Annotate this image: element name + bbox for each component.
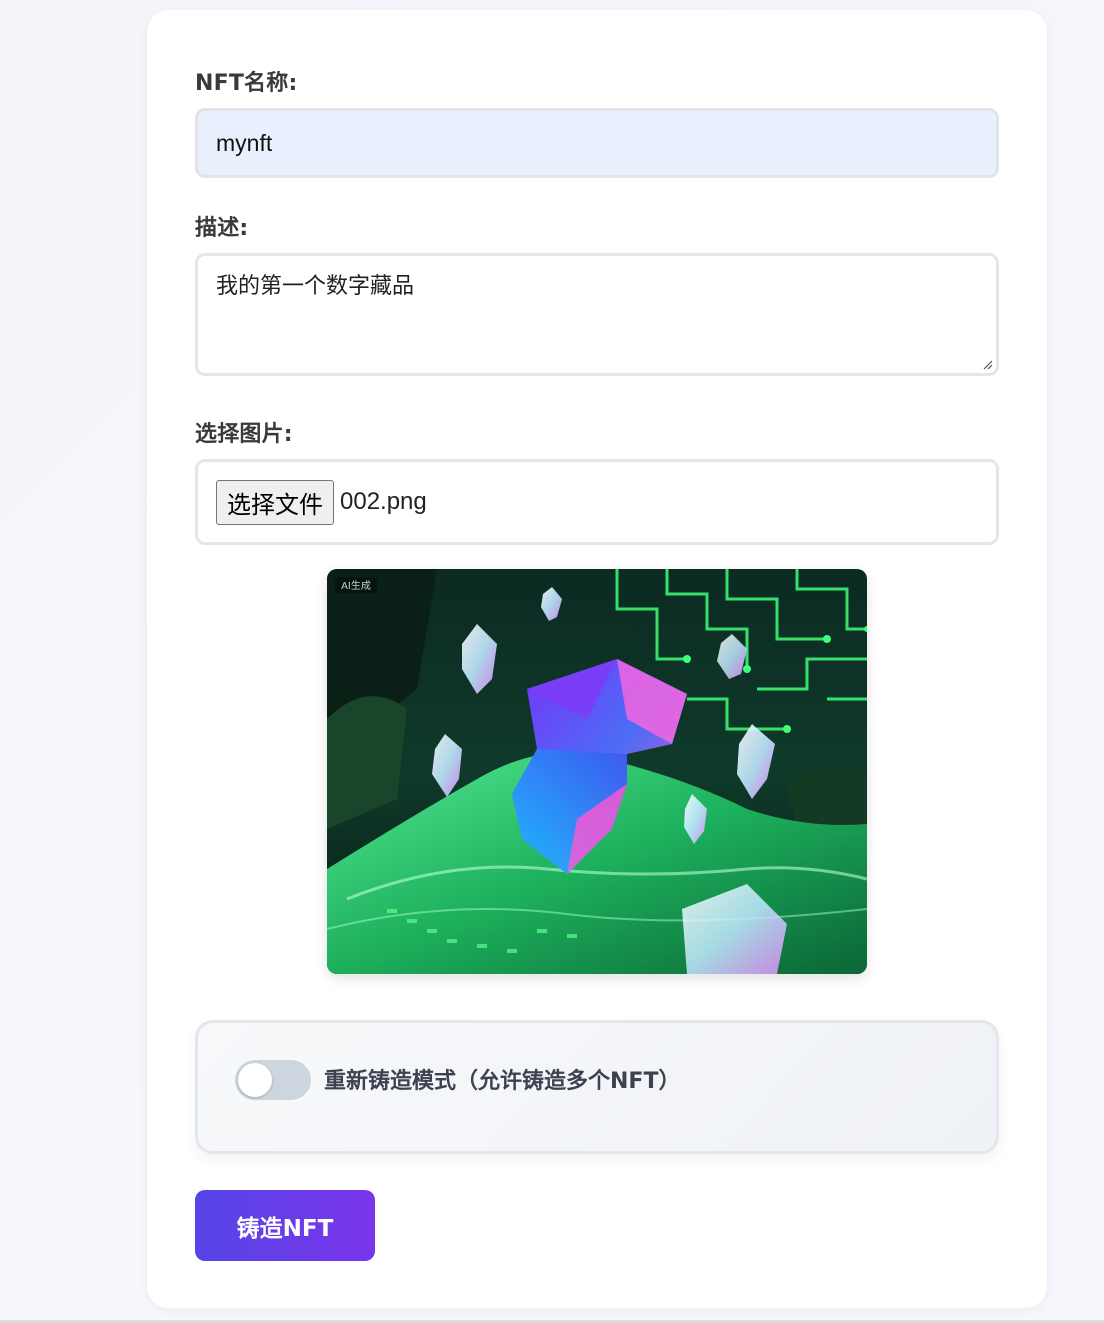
image-file-input[interactable]: 选择文件 002.png [195, 459, 999, 545]
image-label: 选择图片: [195, 422, 293, 447]
remint-mode-label: 重新铸造模式（允许铸造多个NFT） [324, 1069, 681, 1094]
mint-form-card: NFT名称: mynft 描述: 我的第一个数字藏品 选择图片: 选择文件 00… [147, 10, 1047, 1308]
preview-watermark: AI生成 [341, 579, 371, 592]
remint-mode-toggle[interactable] [235, 1060, 311, 1100]
remint-mode-panel: 重新铸造模式（允许铸造多个NFT） [195, 1020, 999, 1154]
description-value: 我的第一个数字藏品 [216, 274, 415, 299]
nft-name-label: NFT名称: [195, 71, 298, 96]
nft-name-input[interactable]: mynft [195, 108, 999, 178]
toggle-knob [238, 1063, 272, 1097]
description-label: 描述: [195, 216, 249, 241]
resize-handle-icon[interactable] [981, 358, 993, 370]
image-preview: AI生成 [327, 569, 867, 974]
mint-nft-button[interactable]: 铸造NFT [195, 1190, 375, 1261]
selected-file-name: 002.png [340, 488, 427, 515]
nft-name-value: mynft [216, 129, 273, 156]
choose-file-button[interactable]: 选择文件 [216, 479, 334, 525]
description-textarea[interactable]: 我的第一个数字藏品 [195, 253, 999, 376]
